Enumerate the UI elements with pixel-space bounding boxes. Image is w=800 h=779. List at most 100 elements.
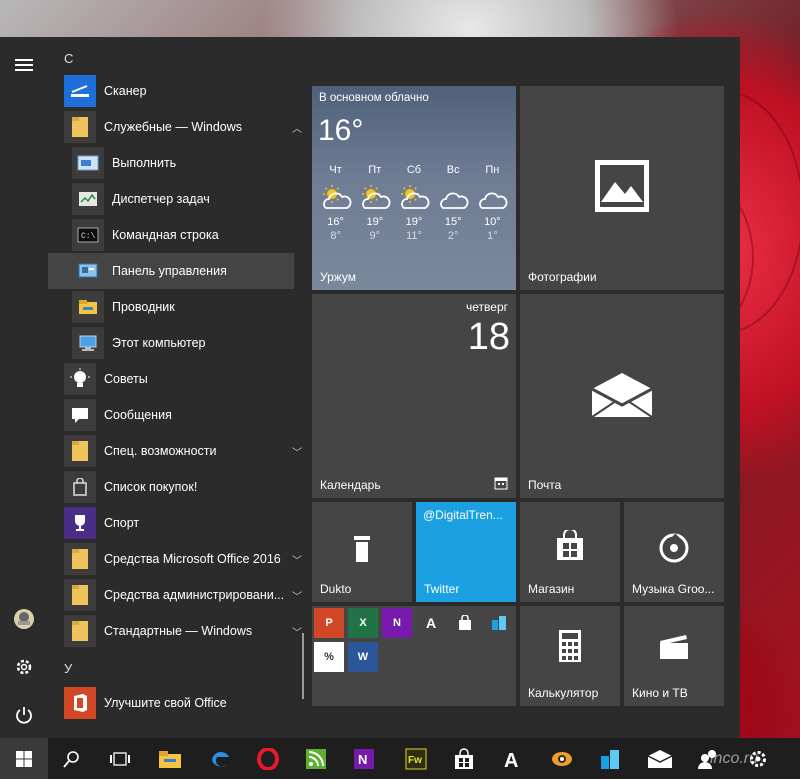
excel-icon[interactable]: X [348,608,378,638]
folder-accessibility[interactable]: Спец. возможности ﹀ [64,433,310,469]
lightbulb-icon [64,363,96,395]
partly-cloudy-icon [400,185,430,209]
start-button[interactable] [0,738,48,779]
partly-cloudy-icon [322,185,351,209]
onenote-icon[interactable]: N [382,608,412,638]
buildings-icon [601,749,619,769]
taskbar-edge[interactable] [196,738,244,779]
svg-text:C:\: C:\ [81,232,96,241]
font-app-icon[interactable]: A [416,608,446,638]
chevron-up-icon: ︿ [292,123,302,135]
settings-button[interactable] [0,647,48,687]
tile-store[interactable]: Магазин [520,502,620,602]
tile-photos[interactable]: Фотографии [520,86,724,290]
forecast-day-name: Пн [485,164,500,176]
app-label: Стандартные — Windows [104,624,253,638]
forecast-day: Сб 19° 11° [394,164,433,242]
calculator-label: Калькулятор [528,686,599,700]
app-list-scrollbar[interactable] [302,633,304,699]
taskbar-rss-app[interactable] [292,738,340,779]
folder-icon [159,750,181,768]
group-header-u[interactable]: У [64,661,72,676]
chat-bubble-icon [64,399,96,431]
taskbar-store[interactable] [440,738,488,779]
tile-mail[interactable]: Почта [520,294,724,498]
powerpoint-icon[interactable]: P [314,608,344,638]
tile-movies-tv[interactable]: Кино и ТВ [624,606,724,706]
dukto-icon [350,534,374,564]
app-messaging[interactable]: Сообщения [64,397,310,433]
taskbar-file-explorer[interactable] [146,738,194,779]
tile-calculator[interactable]: Калькулятор [520,606,620,706]
user-account-button[interactable] [0,599,48,639]
tile-groove-music[interactable]: Музыка Groo... [624,502,724,602]
envelope-icon [647,749,673,768]
store-mini-icon[interactable] [450,608,480,638]
taskbar-font-app[interactable]: A [488,738,536,779]
shopping-bag-icon [459,615,471,630]
folder-admin-tools[interactable]: Средства администрировани... ﹀ [64,577,310,613]
tile-calendar[interactable]: четверг 18 Календарь [312,294,516,498]
search-button[interactable] [48,738,96,779]
taskbar-onenote[interactable]: N [340,738,388,779]
clapperboard-icon [656,632,692,662]
task-view-button[interactable] [96,738,144,779]
app-command-prompt[interactable]: C:\ Командная строка [72,217,310,253]
app-sport[interactable]: Спорт [64,505,310,541]
taskbar-viewer[interactable] [538,738,586,779]
buildings-icon [492,616,506,630]
app-shopping-list[interactable]: Список покупок! [64,469,310,505]
folder-standard-windows[interactable]: Стандартные — Windows ﹀ [64,613,310,649]
app-task-manager[interactable]: Диспетчер задач [72,181,310,217]
control-panel-icon [72,255,104,287]
task-view-icon [110,751,130,766]
app-tips[interactable]: Советы [64,361,310,397]
photos-icon [592,156,652,216]
folder-windows-accessories[interactable]: Служебные — Windows ︿ [64,109,310,145]
taskbar-fireworks[interactable]: Fw [392,738,440,779]
edge-icon [212,751,229,767]
photos-label: Фотографии [528,270,597,284]
forecast-low-temp: 11° [406,230,422,242]
folder-icon [64,435,96,467]
calculator-icon [556,628,584,664]
taskbar-mail[interactable] [636,738,684,779]
search-icon [63,750,79,768]
group-header-c[interactable]: С [64,51,73,66]
taskbar-buildings-app[interactable] [586,738,634,779]
word-icon[interactable]: W [348,642,378,672]
user-avatar-icon [14,609,34,629]
forecast-high-temp: 16° [327,216,344,228]
calendar-label: Календарь [320,478,381,492]
tile-twitter[interactable]: @DigitalTren... Twitter [416,502,516,602]
app-this-pc[interactable]: Этот компьютер [72,325,310,361]
gear-icon [16,659,32,675]
tile-dukto[interactable]: Dukto [312,502,412,602]
envelope-icon [590,370,654,420]
app-scanner[interactable]: Сканер [64,73,310,109]
tile-office-group[interactable]: P X N A % W [312,606,516,706]
scanner-icon [64,75,96,107]
taskbar-opera[interactable] [244,738,292,779]
app-file-explorer[interactable]: Проводник [72,289,310,325]
app-label: Советы [104,372,148,386]
app-control-panel[interactable]: Панель управления [48,253,294,289]
buildings-mini-icon[interactable] [484,608,514,638]
trophy-icon [64,507,96,539]
app-label: Выполнить [112,156,177,170]
folder-icon [64,615,96,647]
app-improve-office[interactable]: Улучшите свой Office [64,685,310,721]
forecast-high-temp: 19° [366,216,384,228]
svg-text:A: A [504,750,518,770]
folder-icon [64,543,96,575]
folder-office-tools[interactable]: Средства Microsoft Office 2016 ﹀ [64,541,310,577]
forecast-low-temp: 9° [369,230,381,242]
calculator-mini-icon[interactable]: % [314,642,344,672]
weather-forecast: Чт 16° 8° Пт 19° 9° Сб 19° 11° Вс 15° 2° Пн 10° 1° [316,164,512,260]
folder-icon [64,579,96,611]
tile-weather[interactable]: В основном облачно 16° Чт 16° 8° Пт 19° 9° Сб 1… [312,86,516,290]
power-button[interactable] [0,695,48,735]
app-label: Диспетчер задач [112,192,210,206]
expand-menu-button[interactable] [0,45,48,85]
app-run[interactable]: Выполнить [72,145,310,181]
